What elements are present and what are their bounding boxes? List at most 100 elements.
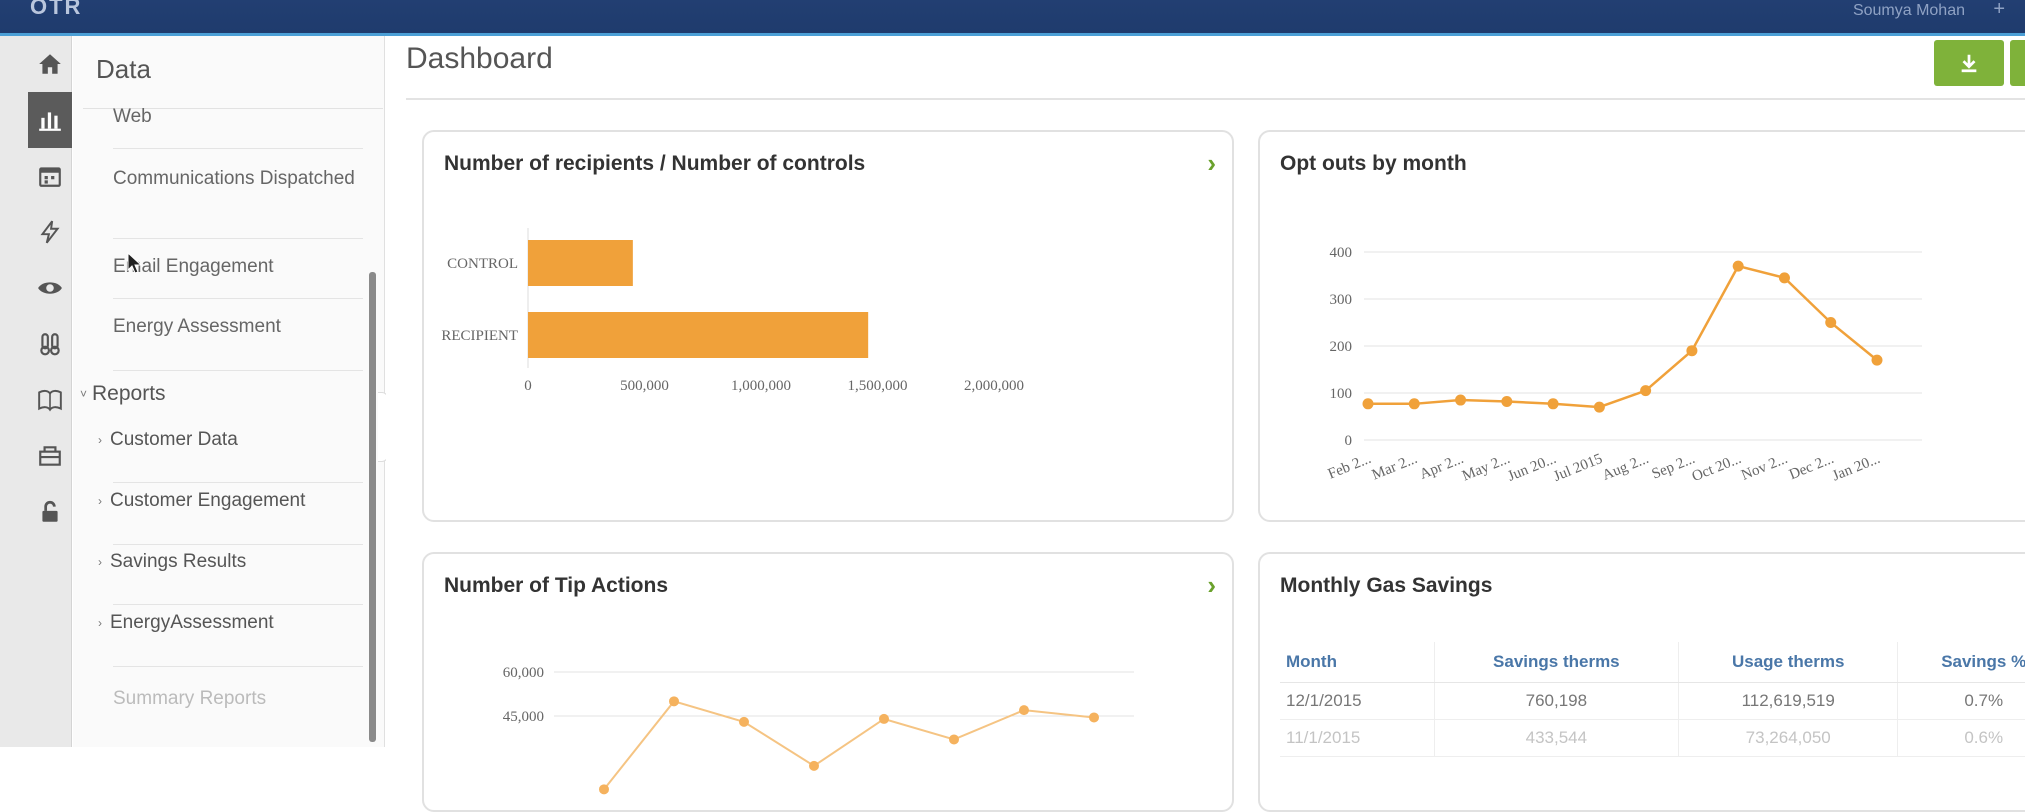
data-point: [1778, 272, 1790, 284]
bar-control: [528, 240, 633, 286]
sidebar-item-customer-engagement[interactable]: › Customer Engagement: [98, 486, 368, 516]
mouse-cursor-icon: [127, 252, 143, 274]
y-tick-label: 400: [1330, 245, 1353, 261]
table-header-row: Month Savings therms Usage therms Saving…: [1280, 642, 2025, 683]
y-tick-label: 45,000: [503, 709, 544, 725]
x-tick-label: 500,000: [620, 378, 669, 394]
inbox-icon[interactable]: [28, 428, 72, 484]
sidebar-heading: Data: [96, 54, 151, 84]
x-tick-label: Aug 2...: [1600, 451, 1651, 484]
tip-actions-card: Number of Tip Actions › 60,000 45,000: [422, 552, 1234, 812]
divider: [113, 238, 363, 239]
tip-actions-chart: 60,000 45,000: [503, 665, 1134, 795]
divider: [113, 298, 363, 299]
data-point: [1362, 398, 1374, 410]
reports-label: Reports: [92, 382, 166, 405]
divider: [113, 604, 363, 605]
x-tick-label: 1,000,000: [731, 378, 791, 394]
page-title: Dashboard: [406, 42, 553, 75]
chevron-right-icon: ›: [98, 616, 102, 630]
category-label: CONTROL: [447, 256, 518, 272]
column-header[interactable]: Month: [1280, 642, 1435, 683]
opt-outs-card: Opt outs by month 0 100 200 300 400 Feb 2... M…: [1258, 130, 2025, 522]
category-label: RECIPIENT: [441, 328, 518, 344]
add-icon[interactable]: +: [1993, 0, 2005, 21]
sidebar-item-email-engagement[interactable]: Email Engagement: [113, 252, 363, 282]
export-button[interactable]: [2010, 40, 2025, 86]
x-tick-label: 1,500,000: [848, 378, 908, 394]
column-header[interactable]: Usage therms: [1678, 642, 1899, 683]
table-cell: 433,544: [1434, 719, 1679, 757]
x-tick-label: Dec 2...: [1787, 451, 1836, 483]
sidebar-item-energyassessment[interactable]: › EnergyAssessment: [98, 608, 368, 638]
thermometer-icon[interactable]: [28, 316, 72, 372]
bar-recipient: [528, 312, 869, 358]
data-point: [1501, 395, 1513, 407]
sidebar-item-label: Savings Results: [110, 551, 247, 573]
sidebar-item-label: Customer Engagement: [110, 490, 306, 512]
card-title: Monthly Gas Savings: [1280, 574, 1493, 597]
column-header[interactable]: Savings %: [1897, 642, 2025, 683]
chevron-right-icon: ›: [98, 555, 102, 569]
sidebar-item-summary-reports[interactable]: Summary Reports: [113, 684, 363, 714]
x-tick-label: Jun 20...: [1505, 451, 1558, 485]
x-tick-label: Feb 2...: [1326, 451, 1374, 483]
data-point: [739, 716, 749, 727]
download-icon: [1961, 54, 1977, 73]
sidebar-item-communications-dispatched[interactable]: Communications Dispatched: [113, 164, 363, 194]
data-point: [1547, 398, 1559, 410]
sidebar-item-customer-data[interactable]: › Customer Data: [98, 425, 368, 455]
top-nav-bar: OTR Soumya Mohan +: [0, 0, 2025, 36]
gas-savings-table: Month Savings therms Usage therms Saving…: [1280, 642, 2025, 757]
data-point: [1640, 385, 1652, 397]
divider: [113, 370, 363, 371]
data-point: [1825, 317, 1837, 328]
series-line: [603, 700, 1095, 790]
table-cell: 12/1/2015: [1280, 682, 1435, 720]
y-tick-label: 100: [1330, 386, 1353, 402]
lock-icon[interactable]: [28, 484, 72, 540]
lightning-icon[interactable]: [28, 204, 72, 260]
reports-section-toggle[interactable]: ˅ Reports: [80, 379, 350, 409]
chevron-right-icon: ›: [98, 494, 102, 508]
sidebar-item-savings-results[interactable]: › Savings Results: [98, 547, 368, 577]
table-cell: 112,619,519: [1678, 682, 1899, 720]
download-button[interactable]: [1934, 40, 2004, 86]
x-tick-label: Oct 20...: [1690, 451, 1744, 485]
data-point: [1019, 705, 1029, 716]
calendar-icon[interactable]: [28, 148, 72, 204]
divider: [113, 544, 363, 545]
chevron-down-icon: ˅: [80, 387, 88, 402]
user-name[interactable]: Soumya Mohan: [1853, 2, 1965, 20]
x-tick-label: Sep 2...: [1650, 451, 1698, 483]
sidebar-scrollbar[interactable]: [369, 272, 376, 742]
data-point: [1455, 394, 1467, 406]
main-content: Dashboard Number of recipients / Number …: [386, 36, 2025, 812]
recipients-controls-card: Number of recipients / Number of control…: [422, 130, 1234, 522]
x-tick-label: Mar 2...: [1370, 451, 1420, 484]
sidebar-item-web[interactable]: Web: [113, 102, 363, 132]
home-icon[interactable]: [28, 36, 72, 92]
data-sidebar: Data Web Communications Dispatched Email…: [73, 36, 385, 747]
data-point: [1408, 398, 1420, 410]
column-header[interactable]: Savings therms: [1434, 642, 1679, 683]
bar-chart-icon[interactable]: [28, 92, 72, 148]
x-tick-label: May 2...: [1460, 451, 1512, 485]
divider: [406, 98, 2025, 100]
data-point: [1686, 345, 1698, 357]
data-point: [1089, 712, 1099, 723]
table-cell: 0.6%: [1897, 719, 2025, 757]
eye-icon[interactable]: [28, 260, 72, 316]
data-point: [879, 713, 889, 724]
book-icon[interactable]: [28, 372, 72, 428]
x-tick-label: Jan 20...: [1830, 451, 1882, 485]
table-row[interactable]: 12/1/2015 760,198 112,619,519 0.7%: [1280, 682, 2025, 720]
table-row[interactable]: 11/1/2015 433,544 73,264,050 0.6%: [1280, 719, 2025, 757]
app-logo[interactable]: OTR: [30, 0, 82, 20]
table-cell: 760,198: [1434, 682, 1679, 720]
sidebar-item-energy-assessment[interactable]: Energy Assessment: [113, 312, 363, 342]
table-cell: 73,264,050: [1678, 719, 1899, 757]
data-point: [809, 760, 819, 771]
y-tick-label: 200: [1330, 339, 1353, 355]
x-tick-label: 2,000,000: [964, 378, 1024, 394]
